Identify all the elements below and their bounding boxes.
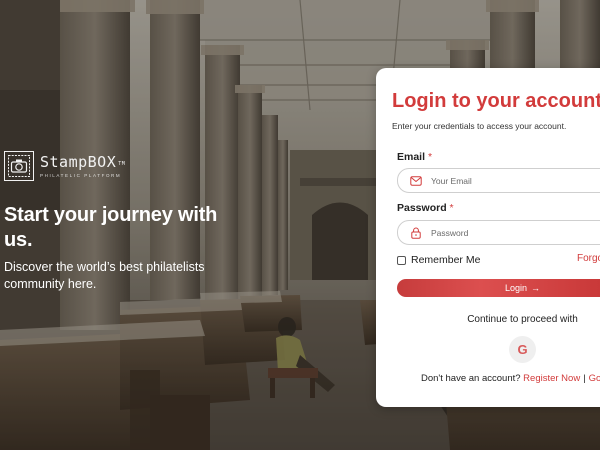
required-marker: * <box>427 151 433 163</box>
register-now-link[interactable]: Register Now <box>523 373 580 384</box>
register-prompt-text: Don't have an account? <box>421 373 521 384</box>
continue-text: Continue to proceed with <box>467 314 578 325</box>
login-button[interactable]: Login → <box>397 279 600 297</box>
brand-logo: StampBOX TM PHILATELIC PLATFORM <box>4 151 125 181</box>
hero-title: Start your journey with us. <box>4 204 218 251</box>
login-subtitle: Enter your credentials to access your ac… <box>392 121 567 131</box>
go-to-link[interactable]: Go to <box>589 373 600 384</box>
trademark-mark: TM <box>118 160 126 167</box>
arrow-right-icon: → <box>531 283 541 293</box>
google-icon: G <box>517 342 528 357</box>
stamp-camera-icon <box>4 151 34 181</box>
mail-icon <box>410 175 422 187</box>
login-page: StampBOX TM PHILATELIC PLATFORM Start you… <box>0 0 600 450</box>
brand-name: StampBOX TM <box>40 152 126 171</box>
hero-subtitle: Discover the world’s best philatelists c… <box>4 260 205 291</box>
login-button-label: Login <box>505 283 528 293</box>
password-label: Password * <box>397 202 454 214</box>
remember-me-label: Remember Me <box>411 254 481 266</box>
password-field[interactable] <box>397 220 600 245</box>
email-label: Email * <box>397 151 433 163</box>
password-input[interactable] <box>431 227 600 238</box>
google-login-button[interactable]: G <box>509 336 536 363</box>
brand-tagline: PHILATELIC PLATFORM <box>40 172 122 178</box>
login-card: Login to your account Enter your credent… <box>376 68 600 407</box>
remember-me-checkbox[interactable] <box>397 255 406 265</box>
remember-me[interactable]: Remember Me <box>397 254 480 266</box>
email-input[interactable] <box>431 175 600 186</box>
forgot-password-link[interactable]: Forgot <box>577 253 600 265</box>
required-marker: * <box>449 202 454 214</box>
lock-icon <box>410 227 422 239</box>
email-field[interactable] <box>397 168 600 193</box>
link-separator: | <box>583 373 586 384</box>
register-prompt: Don't have an account? Register Now|Go t… <box>421 373 600 385</box>
login-title: Login to your account <box>392 90 600 112</box>
